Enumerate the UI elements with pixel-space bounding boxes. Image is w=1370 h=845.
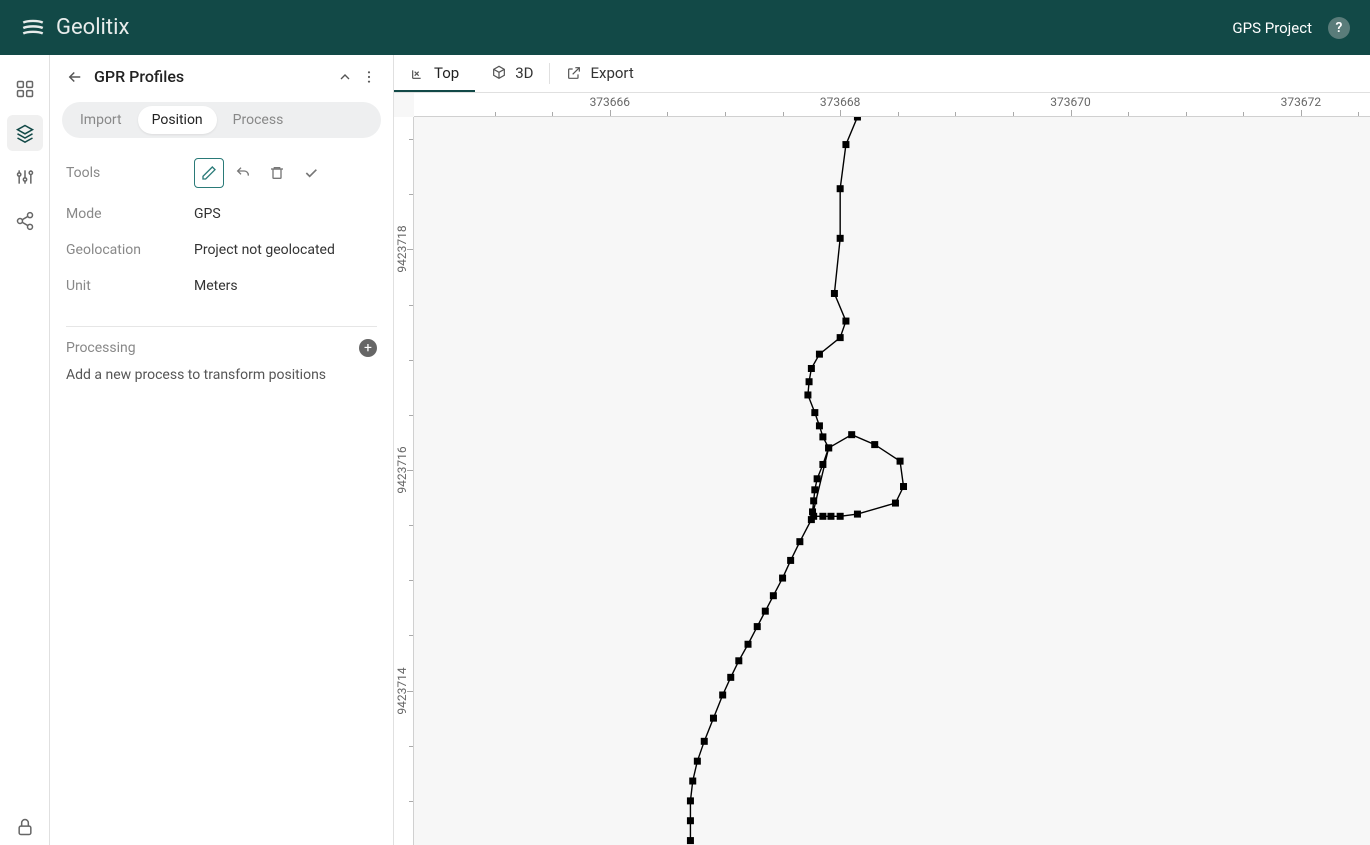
undo-tool-button[interactable] (228, 158, 258, 188)
view-tab-top[interactable]: Top (394, 55, 475, 92)
sidebar: GPR Profiles Import Position Process Too… (50, 55, 394, 845)
nav-lock[interactable] (7, 809, 43, 845)
nav-layers[interactable] (7, 115, 43, 151)
tab-process[interactable]: Process (219, 106, 298, 134)
cube-icon (491, 65, 507, 81)
top-view-icon (410, 65, 426, 81)
plot-area[interactable] (414, 117, 1370, 845)
add-process-button[interactable]: + (359, 339, 377, 357)
nav-rail (0, 55, 50, 845)
nav-share[interactable] (7, 203, 43, 239)
processing-label: Processing (66, 340, 136, 356)
project-name[interactable]: GPS Project (1232, 19, 1312, 37)
confirm-tool-button[interactable] (296, 158, 326, 188)
back-button[interactable] (66, 68, 84, 86)
collapse-icon[interactable] (337, 69, 353, 85)
tools-label: Tools (66, 165, 194, 181)
more-menu-icon[interactable] (361, 69, 377, 85)
app-header: Geolitix GPS Project ? (0, 0, 1370, 55)
geolocation-value: Project not geolocated (194, 242, 335, 258)
sidebar-title: GPR Profiles (94, 67, 184, 86)
view-tabs: Top 3D Export (394, 55, 1370, 93)
geolitix-logo-icon (20, 15, 46, 41)
view-tab-export[interactable]: Export (550, 55, 649, 92)
sidebar-tabs: Import Position Process (62, 102, 381, 138)
nav-apps[interactable] (7, 71, 43, 107)
mode-label: Mode (66, 206, 194, 222)
geolocation-label: Geolocation (66, 242, 194, 258)
delete-tool-button[interactable] (262, 158, 292, 188)
unit-value: Meters (194, 278, 238, 294)
processing-hint: Add a new process to transform positions (66, 361, 377, 389)
main: Top 3D Export 373666373668373670373672 9… (394, 55, 1370, 845)
help-icon[interactable]: ? (1328, 17, 1350, 39)
nav-settings[interactable] (7, 159, 43, 195)
tab-position[interactable]: Position (138, 106, 217, 134)
y-axis: 942371494237169423718 (394, 117, 414, 845)
mode-value: GPS (194, 206, 221, 222)
unit-label: Unit (66, 278, 194, 294)
app-logo[interactable]: Geolitix (20, 15, 129, 41)
app-name: Geolitix (56, 15, 129, 40)
edit-tool-button[interactable] (194, 158, 224, 188)
view-tab-3d[interactable]: 3D (475, 55, 549, 92)
x-axis: 373666373668373670373672 (414, 93, 1370, 117)
canvas[interactable]: 373666373668373670373672 942371494237169… (394, 93, 1370, 845)
export-icon (566, 65, 582, 81)
tab-import[interactable]: Import (66, 106, 136, 134)
sidebar-header: GPR Profiles (50, 55, 393, 98)
